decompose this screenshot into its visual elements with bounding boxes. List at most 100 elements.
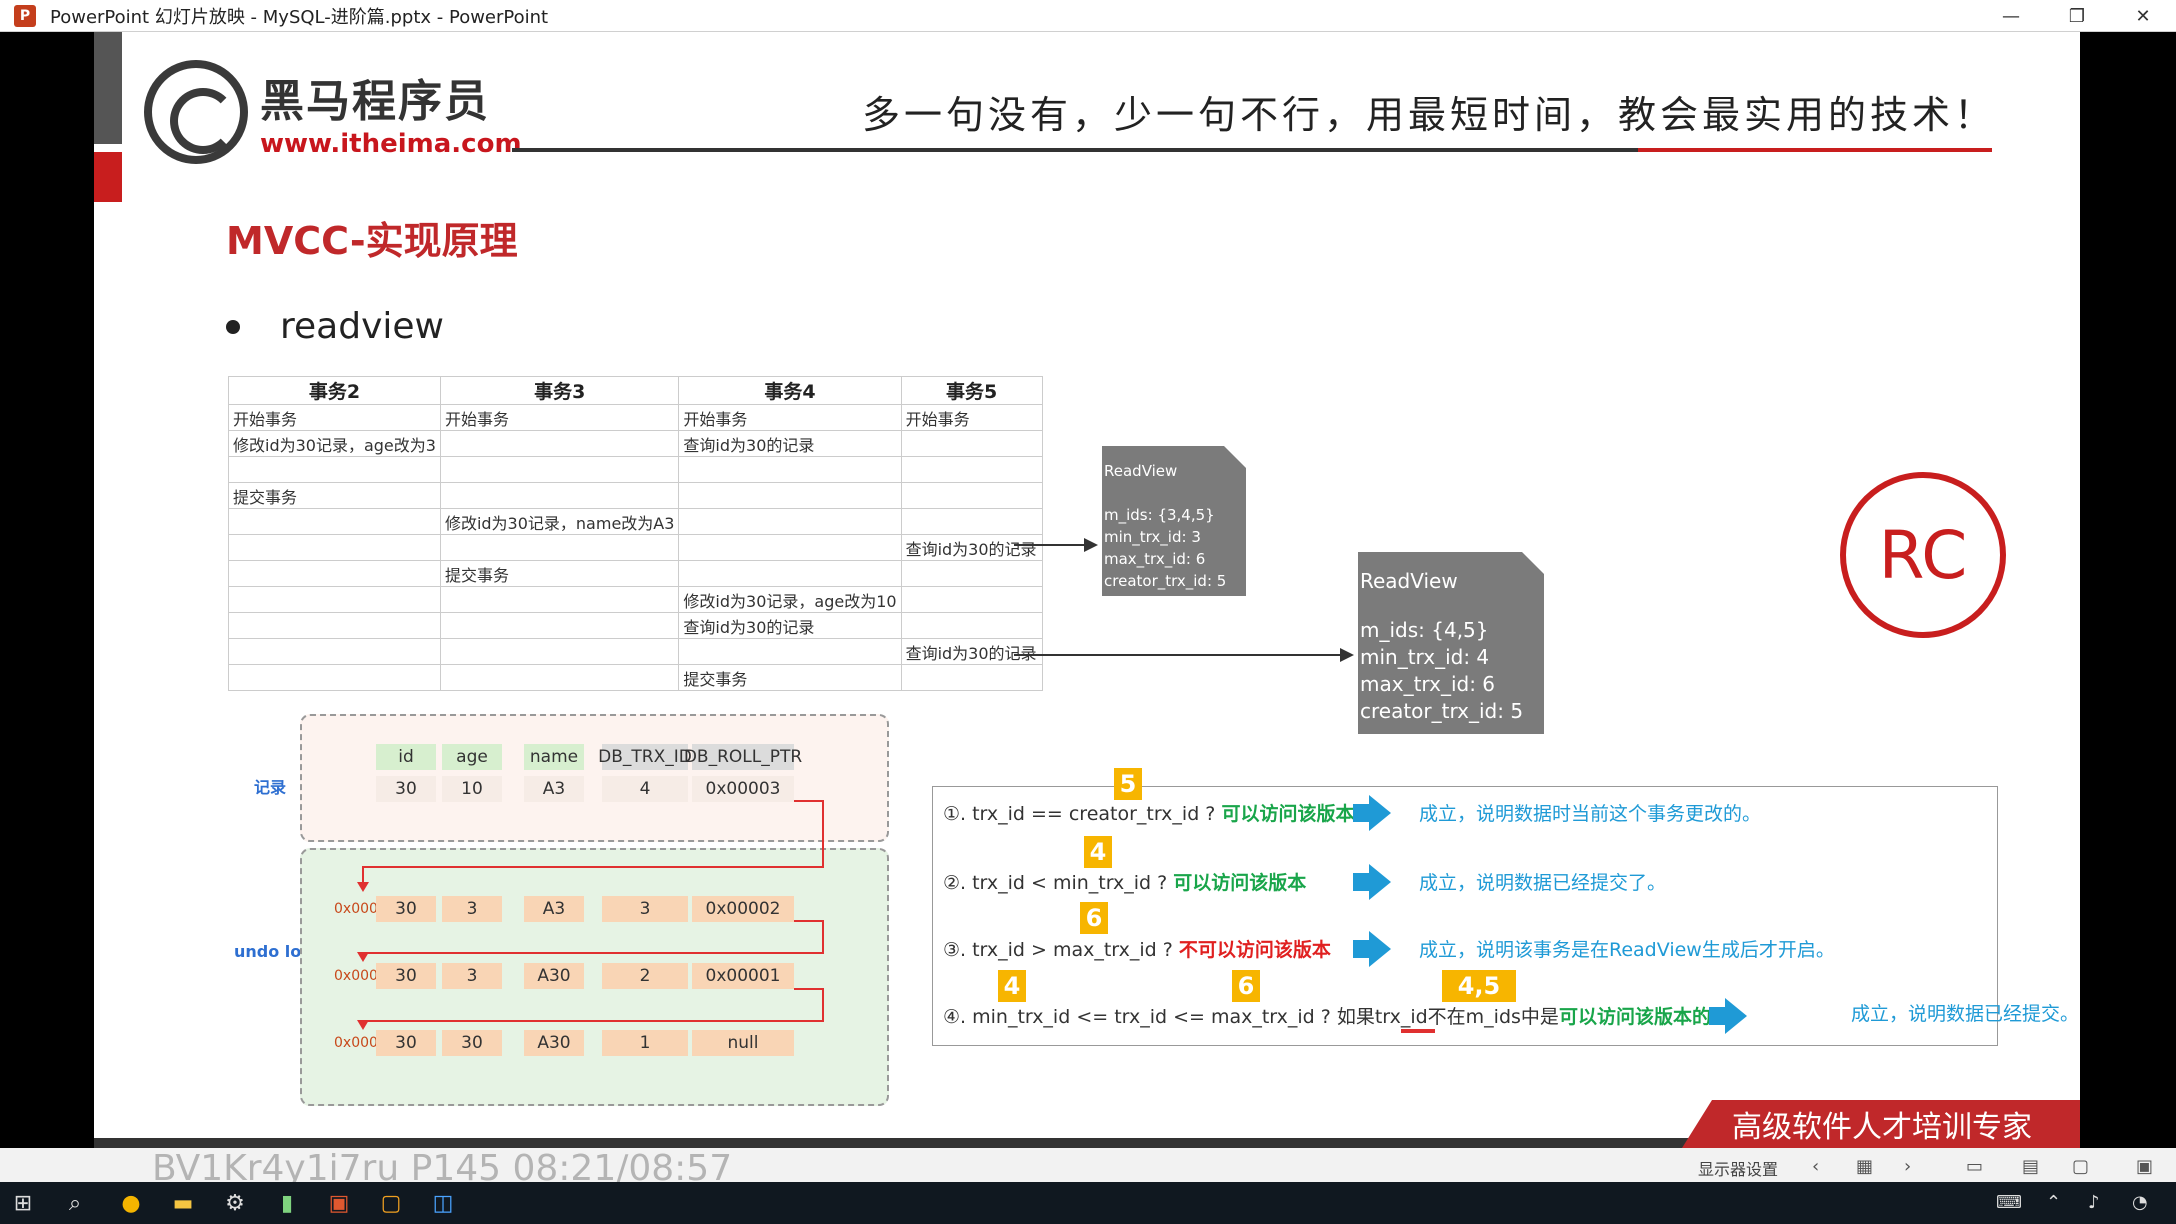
keyboard-icon[interactable]: ⌨ — [1996, 1192, 2022, 1213]
readview-max-trx-id: max_trx_id: 6 — [1360, 672, 1496, 696]
record-column-header: age — [442, 744, 502, 770]
table-row: 提交事务 — [228, 664, 1043, 691]
table-row: 开始事务 开始事务 开始事务 开始事务 — [228, 404, 1043, 431]
rollptr-connector — [822, 920, 824, 954]
restore-button[interactable]: ❐ — [2044, 0, 2110, 32]
table-cell — [228, 586, 441, 613]
record-cell: 10 — [442, 776, 502, 802]
readview-max-trx-id: max_trx_id: 6 — [1104, 550, 1206, 568]
value-badge: 4,5 — [1442, 970, 1516, 1002]
table-cell: 查询id为30的记录 — [900, 534, 1043, 561]
slide-accent-bar — [94, 32, 122, 144]
rule-condition: ①. trx_id == creator_trx_id ? — [943, 803, 1222, 825]
app-window-icon[interactable]: ▢ — [376, 1188, 406, 1218]
value-badge: 6 — [1232, 970, 1260, 1002]
table-cell — [678, 482, 902, 509]
undo-cell: A30 — [524, 963, 584, 989]
undo-cell: 2 — [602, 963, 688, 989]
table-cell: 查询id为30的记录 — [678, 612, 902, 639]
prev-slide-icon[interactable]: ‹ — [1812, 1156, 1819, 1177]
powerpoint-icon: P — [14, 4, 36, 27]
record-column-header: id — [376, 744, 436, 770]
reading-view-icon[interactable]: ▢ — [2072, 1156, 2089, 1177]
rule-1: ①. trx_id == creator_trx_id ? 可以访问该版本 — [943, 799, 1354, 826]
windows-taskbar: ⊞ ⌕ ● ▬ ⚙ ▮ ▣ ▢ ◫ ⌨ ⌃ ♪ ◔ — [0, 1182, 2176, 1224]
rollptr-connector — [362, 952, 824, 954]
settings-icon[interactable]: ⚙ — [220, 1188, 250, 1218]
powerpoint-taskbar-icon[interactable]: ▣ — [324, 1188, 354, 1218]
undo-cell: 0x00002 — [692, 896, 794, 922]
horse-logo-icon — [144, 60, 248, 164]
record-cell: 4 — [602, 776, 688, 802]
rule-result: 成立，说明该事务是在ReadView生成后才开启。 — [1419, 939, 1835, 961]
value-badge: 4 — [1084, 836, 1112, 868]
notes-app-icon[interactable]: ▮ — [272, 1188, 302, 1218]
table-header: 事务4 — [678, 376, 902, 405]
table-row: 提交事务 — [228, 560, 1043, 587]
table-cell: 查询id为30的记录 — [678, 430, 902, 457]
rollptr-connector — [822, 988, 824, 1022]
table-cell — [678, 638, 902, 665]
underline-mark — [1401, 1029, 1435, 1033]
table-cell: 修改id为30记录，age改为10 — [678, 586, 902, 613]
arrow-to-readview2 — [1014, 654, 1340, 656]
slide-grid-icon[interactable]: ▦ — [1856, 1156, 1873, 1177]
table-cell — [439, 612, 680, 639]
readview-min-trx-id: min_trx_id: 4 — [1360, 645, 1490, 669]
tray-chevron-icon[interactable]: ⌃ — [2046, 1192, 2061, 1213]
blue-arrow-icon — [1709, 1007, 1725, 1025]
logo: 黑马程序员 www.itheima.com — [144, 60, 522, 164]
table-cell — [900, 586, 1043, 613]
record-column-header: name — [524, 744, 584, 770]
table-cell — [900, 560, 1043, 587]
readview-title: ReadView — [1360, 569, 1458, 593]
rule-result: 成立，说明数据已经提交。 — [1851, 1003, 2080, 1025]
record-cell: A3 — [524, 776, 584, 802]
search-icon[interactable]: ⌕ — [60, 1188, 90, 1218]
volume-icon[interactable]: ♪ — [2088, 1192, 2100, 1213]
rc-badge: RC — [1840, 472, 2006, 638]
table-cell: 修改id为30记录，age改为3 — [228, 430, 441, 457]
sorter-view-icon[interactable]: ▤ — [2022, 1156, 2039, 1177]
next-slide-icon[interactable]: › — [1904, 1156, 1911, 1177]
rollptr-arrow-icon — [357, 952, 369, 962]
file-explorer-icon[interactable]: ▬ — [168, 1188, 198, 1218]
minimize-button[interactable]: — — [1978, 0, 2044, 32]
table-cell: 修改id为30记录，name改为A3 — [439, 508, 680, 535]
readview-2: ReadView m_ids: {4,5} min_trx_id: 4 max_… — [1358, 552, 1544, 734]
table-cell — [439, 456, 680, 483]
table-cell — [228, 534, 441, 561]
windows-start-icon[interactable]: ⊞ — [8, 1188, 38, 1218]
table-cell — [678, 508, 902, 535]
record-column-header: DB_ROLL_PTR — [684, 744, 802, 770]
window-title: PowerPoint 幻灯片放映 - MySQL-进阶篇.pptx - Powe… — [50, 6, 549, 28]
chrome-icon[interactable]: ● — [116, 1188, 146, 1218]
bullet-text: readview — [280, 306, 444, 347]
table-row: 修改id为30记录，age改为10 — [228, 586, 1043, 613]
remote-desktop-icon[interactable]: ◫ — [428, 1188, 458, 1218]
table-cell — [439, 482, 680, 509]
arrow-head-icon — [1340, 648, 1354, 662]
close-button[interactable]: ✕ — [2110, 0, 2176, 32]
table-cell — [900, 612, 1043, 639]
rule-verdict: 可以访问该版本 — [1173, 872, 1307, 894]
table-cell — [228, 638, 441, 665]
readview-m-ids: m_ids: {3,4,5} — [1104, 506, 1215, 524]
window-titlebar: P PowerPoint 幻灯片放映 - MySQL-进阶篇.pptx - Po… — [0, 0, 2176, 32]
rule-condition: ③. trx_id > max_trx_id ? — [943, 939, 1179, 961]
rollptr-connector — [794, 920, 824, 922]
table-cell — [228, 612, 441, 639]
network-icon[interactable]: ◔ — [2132, 1192, 2148, 1213]
table-cell: 提交事务 — [228, 482, 441, 509]
display-settings-button[interactable]: 显示器设置 — [1698, 1156, 1778, 1180]
normal-view-icon[interactable]: ▭ — [1966, 1156, 1983, 1177]
table-cell — [439, 430, 680, 457]
readview-creator-trx-id: creator_trx_id: 5 — [1360, 699, 1524, 723]
slide-title: MVCC-实现原理 — [226, 219, 518, 263]
table-cell — [900, 482, 1043, 509]
blue-arrow-icon — [1353, 804, 1369, 822]
slide: 黑马程序员 www.itheima.com 多一句没有，少一句不行，用最短时间，… — [94, 32, 2080, 1148]
table-row — [228, 456, 1043, 483]
table-row: 修改id为30记录，age改为3 查询id为30的记录 — [228, 430, 1043, 457]
slideshow-icon[interactable]: ▣ — [2136, 1156, 2153, 1177]
